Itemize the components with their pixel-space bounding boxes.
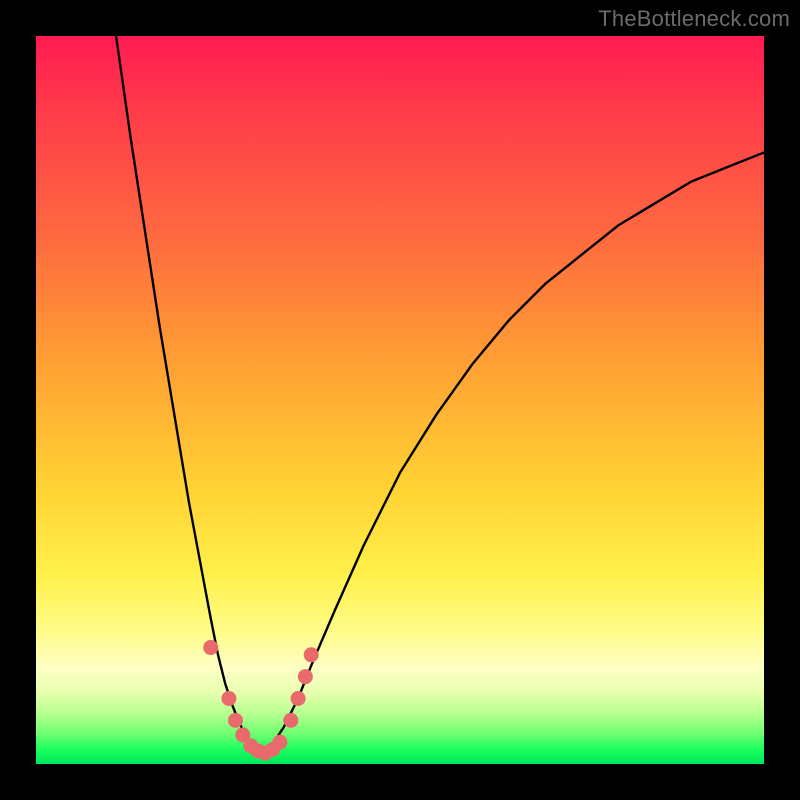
curve-svg — [36, 36, 764, 764]
watermark-text: TheBottleneck.com — [598, 6, 790, 32]
highlight-dot — [272, 735, 287, 750]
series-right-branch — [262, 152, 764, 756]
highlight-dot — [298, 669, 313, 684]
highlight-dot — [221, 691, 236, 706]
highlight-dot — [203, 640, 218, 655]
highlight-dot — [283, 713, 298, 728]
highlight-dot — [304, 647, 319, 662]
highlight-dot — [228, 713, 243, 728]
plot-area — [36, 36, 764, 764]
frame: TheBottleneck.com — [0, 0, 800, 800]
highlight-dot — [291, 691, 306, 706]
marker-group — [203, 640, 318, 761]
series-left-branch — [116, 36, 262, 757]
